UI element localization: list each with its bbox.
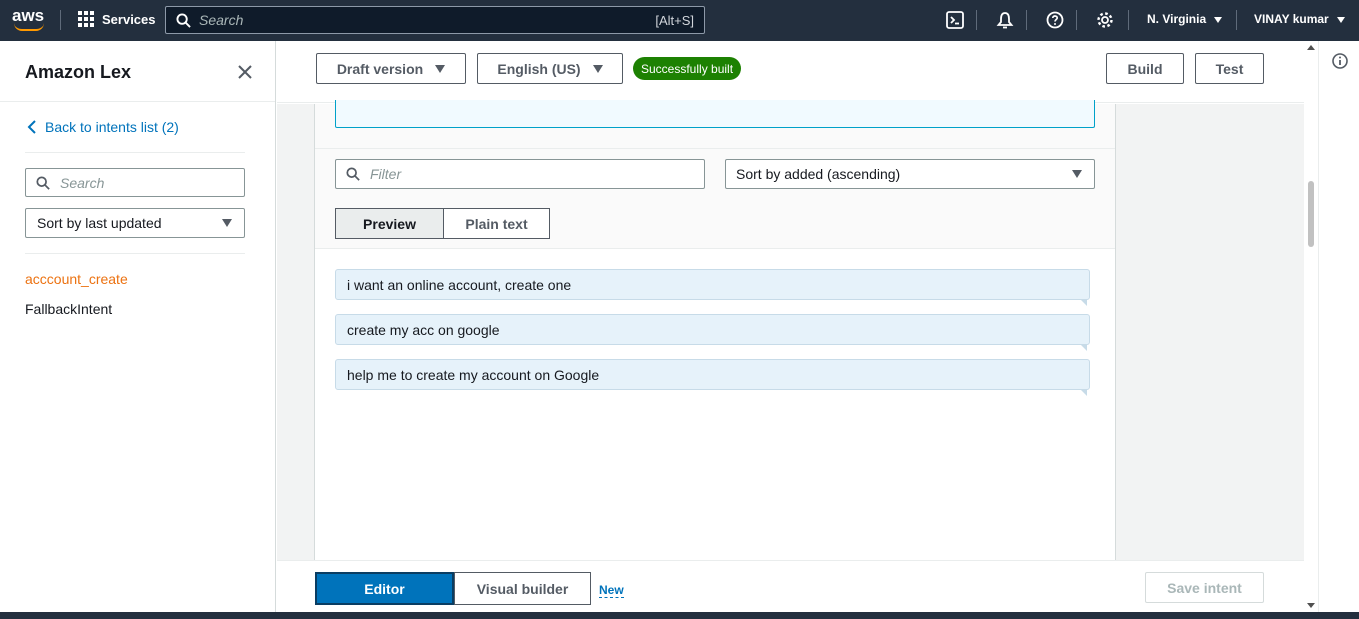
build-status-badge: Successfully built bbox=[633, 57, 742, 80]
new-badge-link[interactable]: New bbox=[599, 583, 624, 598]
info-icon[interactable] bbox=[1332, 53, 1348, 69]
notifications-icon[interactable] bbox=[995, 10, 1015, 30]
search-icon bbox=[36, 175, 50, 190]
search-icon bbox=[346, 167, 360, 181]
language-label: English (US) bbox=[497, 60, 581, 77]
region-label: N. Virginia bbox=[1147, 12, 1207, 26]
intent-search-input[interactable]: Search bbox=[25, 168, 245, 197]
nav-separator bbox=[1076, 10, 1077, 30]
user-label: VINAY kumar bbox=[1254, 12, 1329, 26]
close-icon[interactable] bbox=[236, 63, 254, 81]
version-dropdown[interactable]: Draft version bbox=[316, 53, 466, 84]
tools-panel-strip bbox=[1318, 41, 1359, 612]
divider bbox=[25, 253, 245, 254]
help-icon[interactable] bbox=[1045, 10, 1065, 30]
aws-logo-text: aws bbox=[12, 6, 45, 25]
version-label: Draft version bbox=[336, 60, 424, 77]
settings-icon[interactable] bbox=[1095, 10, 1115, 30]
grid-icon bbox=[78, 11, 94, 27]
back-to-intents-link[interactable]: Back to intents list (2) bbox=[27, 119, 179, 135]
sort-value: Sort by added (ascending) bbox=[736, 166, 901, 182]
caret-down-icon bbox=[1214, 16, 1223, 23]
utterance-item[interactable]: create my acc on google bbox=[335, 314, 1090, 351]
search-placeholder: Search bbox=[199, 12, 244, 28]
tab-visual-builder[interactable]: Visual builder bbox=[454, 572, 591, 605]
sidebar-item-acccount-create[interactable]: acccount_create bbox=[25, 271, 128, 287]
tab-plain-text[interactable]: Plain text bbox=[443, 208, 550, 239]
nav-separator bbox=[1128, 10, 1129, 30]
intent-header-bar: Draft version English (US) Successfully … bbox=[277, 41, 1304, 103]
caret-down-icon bbox=[222, 219, 232, 227]
caret-down-icon bbox=[592, 64, 603, 73]
chevron-left-icon bbox=[27, 120, 36, 134]
test-button[interactable]: Test bbox=[1195, 53, 1264, 84]
tab-preview[interactable]: Preview bbox=[335, 208, 444, 239]
divider bbox=[0, 101, 275, 102]
nav-divider bbox=[60, 10, 61, 30]
search-placeholder: Search bbox=[60, 174, 105, 191]
utterance-filter-zone: Filter Sort by added (ascending) Preview… bbox=[315, 149, 1115, 249]
intent-sort-select[interactable]: Sort by last updated bbox=[25, 208, 245, 238]
services-label: Services bbox=[102, 11, 156, 27]
divider bbox=[25, 152, 245, 153]
top-navigation: aws Services Search [Alt+S] N. Virginia … bbox=[0, 0, 1359, 41]
build-button[interactable]: Build bbox=[1106, 53, 1184, 84]
sidebar-item-fallbackintent[interactable]: FallbackIntent bbox=[25, 301, 112, 317]
back-link-label: Back to intents list (2) bbox=[45, 119, 179, 135]
utterance-input-area bbox=[315, 100, 1115, 149]
global-search-input[interactable]: Search [Alt+S] bbox=[165, 6, 705, 34]
nav-separator bbox=[976, 10, 977, 30]
scrollbar-thumb[interactable] bbox=[1308, 181, 1314, 247]
sidebar-title: Amazon Lex bbox=[25, 62, 132, 82]
utterance-textarea[interactable] bbox=[335, 100, 1095, 128]
scroll-up-icon[interactable] bbox=[1307, 45, 1315, 50]
nav-separator bbox=[1026, 10, 1027, 30]
aws-smile-icon bbox=[14, 23, 44, 31]
scroll-down-icon[interactable] bbox=[1307, 603, 1315, 608]
main-scrollbar[interactable] bbox=[1304, 41, 1318, 612]
region-selector[interactable]: N. Virginia bbox=[1147, 12, 1223, 26]
utterances-panel: Filter Sort by added (ascending) Preview… bbox=[314, 100, 1116, 560]
aws-logo[interactable]: aws bbox=[12, 7, 46, 33]
utterance-item[interactable]: i want an online account, create one bbox=[335, 269, 1090, 306]
save-intent-button[interactable]: Save intent bbox=[1145, 572, 1264, 603]
filter-placeholder: Filter bbox=[370, 166, 402, 182]
utterance-filter-input[interactable]: Filter bbox=[335, 159, 705, 189]
bottom-taskbar-edge bbox=[0, 612, 1359, 619]
utterance-sort-select[interactable]: Sort by added (ascending) bbox=[725, 159, 1095, 189]
utterance-item[interactable]: help me to create my account on Google bbox=[335, 359, 1090, 396]
user-menu[interactable]: VINAY kumar bbox=[1254, 12, 1346, 26]
tab-editor[interactable]: Editor bbox=[315, 572, 454, 605]
search-icon bbox=[176, 12, 191, 28]
nav-separator bbox=[1236, 10, 1237, 30]
intent-footer-bar: Editor Visual builder New Save intent bbox=[277, 560, 1304, 612]
services-menu-button[interactable]: Services bbox=[78, 11, 156, 27]
caret-down-icon bbox=[435, 64, 446, 73]
language-dropdown[interactable]: English (US) bbox=[477, 53, 623, 84]
sort-value: Sort by last updated bbox=[37, 215, 162, 231]
caret-down-icon bbox=[1337, 16, 1346, 23]
cloudshell-icon[interactable] bbox=[945, 10, 965, 30]
caret-down-icon bbox=[1072, 170, 1082, 178]
search-shortcut: [Alt+S] bbox=[655, 12, 694, 28]
side-navigation: Amazon Lex Back to intents list (2) Sear… bbox=[0, 41, 276, 612]
